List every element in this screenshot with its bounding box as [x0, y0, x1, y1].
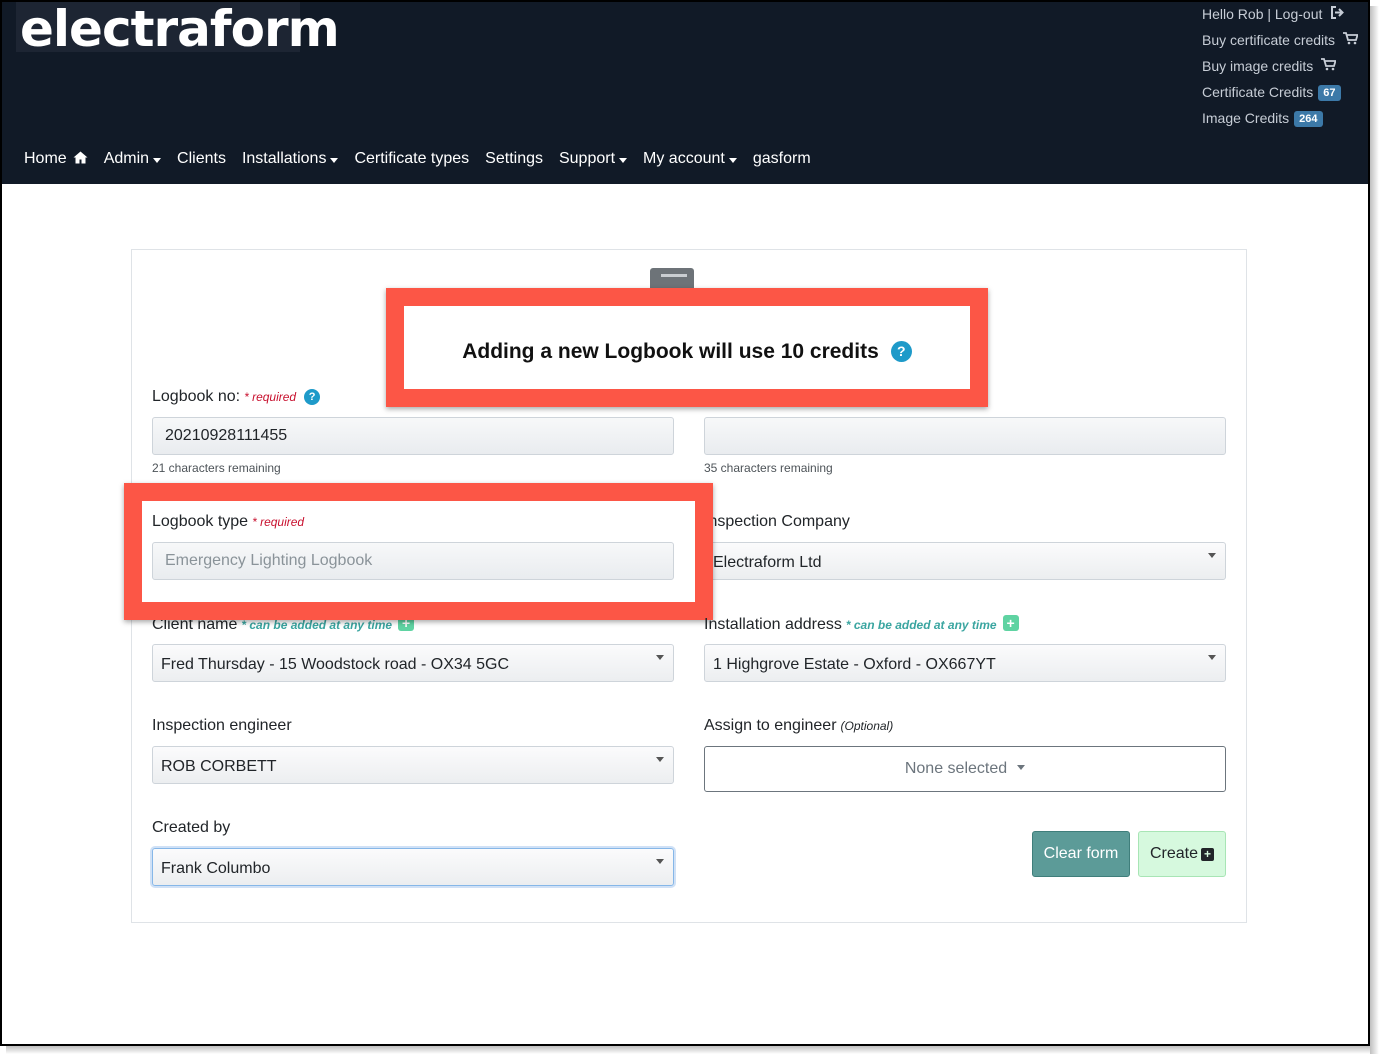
app-window: electraform Hello Rob | Log-out Buy cert…	[0, 0, 1370, 1046]
cart-icon	[1343, 31, 1359, 51]
second-field-remaining: 35 characters remaining	[704, 461, 833, 475]
client-name-value: Fred Thursday - 15 Woodstock road - OX34…	[161, 656, 510, 673]
main-nav: Home Admin Clients Installations Certifi…	[24, 146, 827, 172]
buy-image-credits-label: Buy image credits	[1202, 58, 1314, 74]
chevron-down-icon	[1017, 765, 1026, 770]
installation-address-select[interactable]: 1 Highgrove Estate - Oxford - OX667YT	[704, 644, 1226, 682]
logbook-no-label: Logbook no: * required?	[152, 388, 321, 406]
image-credits: Image Credits 264	[1202, 108, 1362, 134]
certificate-credits: Certificate Credits 67	[1202, 82, 1362, 108]
credit-notice: Adding a new Logbook will use 10 credits…	[404, 340, 970, 364]
buy-certificate-credits-link[interactable]: Buy certificate credits	[1202, 30, 1362, 56]
client-name-hint: * can be added at any time	[241, 618, 393, 632]
logo[interactable]: electraform	[16, 2, 340, 58]
installation-address-label-text: Installation address	[704, 616, 842, 633]
inspection-company-label: Inspection Company	[704, 513, 850, 530]
nav-clients-label: Clients	[177, 150, 226, 167]
cart-icon	[1321, 57, 1337, 77]
nav-gasform-label: gasform	[752, 150, 811, 167]
client-name-select[interactable]: Fred Thursday - 15 Woodstock road - OX34…	[152, 644, 674, 682]
image-credits-label: Image Credits	[1202, 110, 1290, 126]
inspection-engineer-value: ROB CORBETT	[161, 758, 277, 775]
certificate-credits-label: Certificate Credits	[1202, 84, 1314, 100]
logo-text: electraform	[20, 0, 340, 58]
assign-engineer-value: None selected	[904, 760, 1008, 777]
greeting-text: Hello Rob | Log-out	[1202, 6, 1323, 22]
nav-home[interactable]: Home	[24, 150, 88, 168]
second-text-input[interactable]	[704, 417, 1226, 455]
header: electraform Hello Rob | Log-out Buy cert…	[2, 2, 1368, 184]
installation-address-value: 1 Highgrove Estate - Oxford - OX667YT	[713, 656, 996, 673]
credit-notice-text: Adding a new Logbook will use 10 credits	[462, 340, 879, 363]
inspection-company-value: Electraform Ltd	[713, 554, 822, 571]
buy-certificate-credits-label: Buy certificate credits	[1202, 32, 1336, 48]
created-by-value: Frank Columbo	[161, 860, 271, 877]
image-credits-badge: 264	[1294, 111, 1323, 127]
buy-image-credits-link[interactable]: Buy image credits	[1202, 56, 1362, 82]
nav-support-label: Support	[558, 150, 616, 167]
assign-engineer-label: Assign to engineer (Optional)	[704, 717, 893, 735]
nav-clients[interactable]: Clients	[177, 150, 226, 168]
chevron-down-icon	[1208, 553, 1216, 558]
chevron-down-icon	[728, 157, 737, 163]
chevron-down-icon	[656, 655, 664, 660]
user-menu: Hello Rob | Log-out Buy certificate cred…	[1202, 4, 1362, 134]
chevron-down-icon	[1208, 655, 1216, 660]
add-installation-icon[interactable]: +	[1002, 615, 1019, 631]
chevron-down-icon	[330, 157, 339, 163]
help-icon[interactable]: ?	[304, 389, 321, 405]
inspection-company-select[interactable]: Electraform Ltd	[704, 542, 1226, 580]
nav-my-account[interactable]: My account	[643, 150, 737, 168]
nav-gasform[interactable]: gasform	[753, 150, 811, 168]
logbook-no-label-text: Logbook no:	[152, 388, 241, 405]
logbook-type-highlight	[124, 483, 713, 620]
create-button[interactable]: Create +	[1138, 831, 1226, 877]
logout-link[interactable]: Hello Rob | Log-out	[1202, 4, 1362, 30]
assign-engineer-label-text: Assign to engineer	[704, 717, 837, 734]
help-icon[interactable]: ?	[890, 340, 912, 362]
optional-marker: (Optional)	[840, 719, 894, 733]
nav-admin-label: Admin	[103, 150, 150, 167]
logout-icon	[1330, 5, 1345, 25]
nav-my-account-label: My account	[643, 150, 725, 167]
installation-address-label: Installation address * can be added at an…	[704, 615, 1019, 634]
chevron-down-icon	[656, 859, 664, 864]
chevron-down-icon	[656, 757, 664, 762]
nav-installations[interactable]: Installations	[242, 150, 339, 168]
required-marker: * required	[244, 390, 297, 404]
nav-certificate-types-label: Certificate types	[354, 150, 470, 167]
create-button-label: Create	[1149, 845, 1199, 862]
nav-settings[interactable]: Settings	[485, 150, 543, 168]
chevron-down-icon	[153, 157, 162, 163]
installation-address-hint: * can be added at any time	[845, 618, 997, 632]
plus-icon: +	[1201, 848, 1215, 861]
created-by-label: Created by	[152, 819, 231, 836]
chevron-down-icon	[619, 157, 628, 163]
inspection-engineer-label: Inspection engineer	[152, 717, 292, 734]
inspection-engineer-select[interactable]: ROB CORBETT	[152, 746, 674, 784]
home-icon	[73, 151, 88, 167]
nav-support[interactable]: Support	[558, 150, 628, 168]
created-by-select[interactable]: Frank Columbo	[152, 848, 674, 886]
credit-notice-highlight: Adding a new Logbook will use 10 credits…	[386, 288, 988, 407]
nav-certificate-types[interactable]: Certificate types	[354, 150, 469, 168]
clear-form-button[interactable]: Clear form	[1032, 831, 1130, 877]
nav-settings-label: Settings	[485, 150, 543, 167]
nav-home-label: Home	[24, 150, 67, 167]
logbook-no-input[interactable]: 20210928111455	[152, 417, 674, 455]
nav-installations-label: Installations	[241, 150, 327, 167]
window-shadow-bottom	[6, 1046, 1370, 1054]
window-shadow-right	[1370, 6, 1379, 1054]
certificate-credits-badge: 67	[1318, 85, 1341, 101]
nav-admin[interactable]: Admin	[103, 150, 162, 168]
logbook-no-remaining: 21 characters remaining	[152, 461, 281, 475]
assign-engineer-multiselect[interactable]: None selected	[704, 746, 1226, 792]
